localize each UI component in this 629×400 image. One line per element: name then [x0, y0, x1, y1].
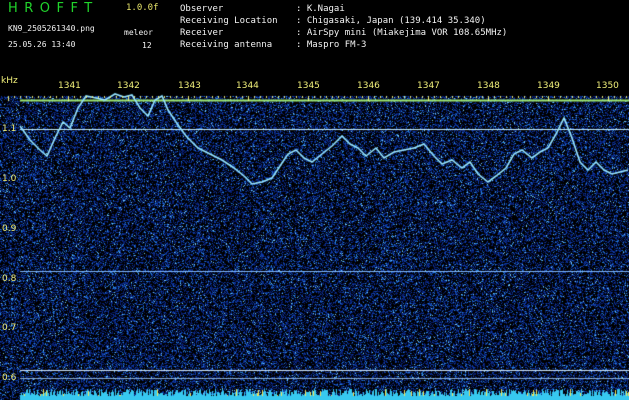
- capture-datetime: 25.05.26 13:40: [8, 40, 76, 49]
- mode-label: meleor: [124, 28, 153, 37]
- x-tick-1342: 1342: [117, 81, 140, 91]
- y-tick-0-9: 0.9: [2, 224, 17, 234]
- info-label-location: Receiving Location: [180, 16, 278, 26]
- x-tick-1349: 1349: [537, 81, 560, 91]
- y-tick-0-7: 0.7: [2, 323, 17, 333]
- y-tick-1-0: 1.0: [2, 174, 17, 184]
- info-value-location: : Chigasaki, Japan (139.414 35.340): [296, 16, 486, 26]
- spectrogram-plot: [0, 78, 629, 400]
- x-tick-1350: 1350: [596, 81, 619, 91]
- count-value: 12: [142, 41, 152, 50]
- info-value-antenna: : Maspro FM-3: [296, 40, 367, 50]
- y-tick-1-1: 1.1: [2, 124, 17, 134]
- x-tick-1345: 1345: [297, 81, 320, 91]
- x-tick-1343: 1343: [178, 81, 201, 91]
- x-tick-1348: 1348: [477, 81, 500, 91]
- x-tick-1347: 1347: [417, 81, 440, 91]
- app-version: 1.0.0f: [126, 3, 159, 13]
- y-tick-0-8: 0.8: [2, 274, 17, 284]
- x-tick-1341: 1341: [58, 81, 81, 91]
- image-filename: KN9_2505261340.png: [8, 24, 95, 33]
- info-label-antenna: Receiving antenna: [180, 40, 273, 50]
- y-tick-0-6: 0.6: [2, 373, 17, 383]
- info-value-receiver: : AirSpy mini (Miakejima VOR 108.65MHz): [296, 28, 508, 38]
- y-axis-unit: kHz: [1, 76, 18, 86]
- info-value-observer: : K.Nagai: [296, 4, 345, 14]
- hrofft-window: HROFFT 1.0.0f KN9_2505261340.png 25.05.2…: [0, 0, 629, 400]
- info-label-observer: Observer: [180, 4, 224, 14]
- x-tick-1346: 1346: [357, 81, 380, 91]
- x-tick-1344: 1344: [236, 81, 259, 91]
- info-label-receiver: Receiver: [180, 28, 224, 38]
- app-brand: HROFFT: [8, 1, 99, 16]
